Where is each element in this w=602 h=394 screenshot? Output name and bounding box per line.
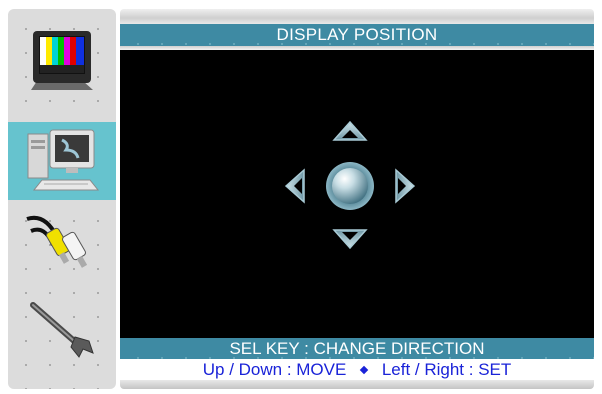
sidebar-item-pc[interactable] [8, 122, 116, 200]
sidebar-item-setup[interactable] [8, 291, 116, 369]
bottom-rail [120, 380, 594, 389]
sidebar [8, 9, 116, 389]
arrow-down-icon[interactable] [330, 226, 370, 250]
sidebar-item-picture[interactable] [8, 21, 116, 99]
sidebar-item-av-input[interactable] [8, 199, 116, 277]
rca-cable-icon [26, 215, 88, 268]
menu-title: DISPLAY POSITION [276, 25, 438, 44]
center-ball-icon[interactable] [324, 160, 376, 212]
display-area [120, 50, 594, 338]
help-move-text: Up / Down : MOVE [202, 360, 347, 379]
position-dpad [280, 120, 420, 260]
top-rail [120, 9, 594, 24]
status-text: SEL KEY : CHANGE DIRECTION [229, 339, 485, 358]
menu-title-bar: DISPLAY POSITION [120, 24, 594, 46]
osd-window: DISPLAY POSITION SEL KEY: CHANGE DIRECT… [0, 0, 602, 394]
status-bar: SEL KEY : CHANGE DIRECTION [120, 338, 594, 359]
arrow-up-icon[interactable] [330, 120, 370, 144]
arrow-left-icon[interactable] [284, 166, 308, 206]
tv-color-bars-icon [31, 31, 93, 90]
help-set-text: Left / Right : SET [381, 360, 512, 379]
help-bar: Up / Down : MOVE Left / Right : SET [120, 359, 594, 380]
computer-icon [27, 129, 100, 191]
wrench-icon [30, 302, 94, 358]
bullet-icon [359, 365, 369, 374]
arrow-right-icon[interactable] [392, 166, 416, 206]
